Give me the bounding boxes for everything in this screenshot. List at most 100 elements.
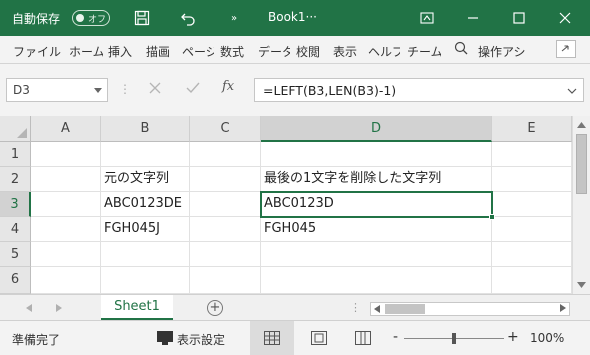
formula-bar: D3 ⋮ fx =LEFT(B3,LEN(B3)-1) [0, 64, 590, 116]
column-header-c[interactable]: C [190, 116, 261, 142]
horizontal-scrollbar[interactable] [370, 302, 570, 316]
column-header-e[interactable]: E [492, 116, 572, 142]
grid-cell[interactable] [190, 242, 261, 267]
row-header-6[interactable]: 6 [0, 267, 31, 294]
cell-d2[interactable]: 最後の1文字を削除した文字列 [261, 167, 492, 192]
cell-b2[interactable]: 元の文字列 [101, 167, 190, 192]
formula-input[interactable]: =LEFT(B3,LEN(B3)-1) [254, 78, 584, 102]
search-icon[interactable] [454, 41, 468, 58]
grid-cell[interactable] [492, 142, 572, 167]
zoom-out-button[interactable]: - [393, 329, 398, 345]
undo-icon[interactable] [178, 8, 198, 28]
row-header-4[interactable]: 4 [0, 217, 31, 242]
column-header-b[interactable]: B [101, 116, 190, 142]
row-header-3[interactable]: 3 [0, 192, 31, 217]
horizontal-scroll-thumb[interactable] [385, 304, 425, 314]
grid-cell[interactable] [492, 267, 572, 294]
add-sheet-button[interactable]: + [207, 300, 223, 316]
grid-cell[interactable] [190, 217, 261, 242]
row-header-2[interactable]: 2 [0, 167, 31, 192]
normal-view-icon [264, 331, 280, 345]
scroll-down-arrow[interactable] [577, 282, 586, 288]
fill-handle[interactable] [489, 214, 495, 220]
maximize-icon[interactable] [508, 8, 530, 28]
grid-cell[interactable] [190, 192, 261, 217]
grid-cell[interactable] [101, 242, 190, 267]
scroll-right-arrow[interactable] [560, 304, 566, 312]
grid-cell[interactable] [31, 267, 101, 294]
ribbon-display-options-icon[interactable] [416, 8, 438, 28]
vertical-scroll-thumb[interactable] [576, 134, 587, 194]
vertical-scrollbar[interactable] [572, 116, 590, 294]
separator-dots: ⋮ [119, 82, 131, 96]
display-settings-icon[interactable] [156, 330, 174, 349]
grid-cell[interactable] [101, 142, 190, 167]
zoom-level[interactable]: 100% [530, 331, 564, 345]
grid-cell[interactable] [492, 167, 572, 192]
close-icon[interactable] [554, 8, 576, 28]
excel-window: 自動保存 オフ » Book1··· ファイル ホーム 挿入 描画 ページ 数式… [0, 0, 590, 355]
tab-team[interactable]: チーム [407, 43, 441, 60]
grid-cell[interactable] [261, 267, 492, 294]
grid-cell[interactable] [101, 267, 190, 294]
sheet-next-icon[interactable] [56, 304, 62, 312]
page-layout-view-icon[interactable] [311, 331, 327, 348]
zoom-in-button[interactable]: + [507, 329, 519, 345]
row-header-1[interactable]: 1 [0, 142, 31, 167]
grid-cell[interactable] [31, 242, 101, 267]
autosave-toggle[interactable]: オフ [72, 10, 110, 26]
name-box-value: D3 [13, 83, 30, 97]
tab-home[interactable]: ホーム [69, 43, 103, 60]
save-icon[interactable] [132, 8, 152, 28]
tab-view[interactable]: 表示 [333, 43, 357, 60]
autosave-state: オフ [88, 15, 107, 25]
more-commands-icon[interactable]: » [224, 8, 244, 28]
scroll-left-arrow[interactable] [374, 305, 380, 313]
tab-draw[interactable]: 描画 [146, 43, 170, 60]
page-break-view-icon[interactable] [355, 331, 371, 348]
select-all-corner[interactable] [0, 116, 31, 142]
minimize-icon[interactable] [462, 8, 484, 28]
grid-cell[interactable] [31, 142, 101, 167]
cancel-icon[interactable] [148, 81, 162, 98]
sheet-tab-sheet1[interactable]: Sheet1 [101, 295, 173, 321]
document-title: Book1··· [268, 10, 317, 24]
display-settings-label[interactable]: 表示設定 [177, 331, 225, 348]
tell-me-search[interactable]: 操作アシ [478, 43, 528, 60]
zoom-slider-thumb[interactable] [452, 333, 456, 344]
column-header-a[interactable]: A [31, 116, 101, 142]
enter-icon[interactable] [185, 81, 201, 98]
grid-cell[interactable] [31, 217, 101, 242]
cell-b3[interactable]: ABC0123DE [101, 192, 190, 217]
row-header-5[interactable]: 5 [0, 242, 31, 267]
scroll-up-arrow[interactable] [577, 122, 586, 128]
name-box[interactable]: D3 [6, 78, 108, 102]
status-bar: 準備完了 表示設定 - + 100% [0, 320, 590, 355]
grid-cell[interactable] [190, 142, 261, 167]
sheet-tab-bar: Sheet1 + ⋮ [0, 294, 590, 321]
grid-cell[interactable] [31, 167, 101, 192]
view-normal-button[interactable] [250, 321, 294, 355]
grid-cell[interactable] [492, 217, 572, 242]
cell-b4[interactable]: FGH045J [101, 217, 190, 242]
grid-cell[interactable] [492, 242, 572, 267]
sheet-prev-icon[interactable] [26, 304, 32, 312]
cell-d4[interactable]: FGH045 [261, 217, 492, 242]
tab-insert[interactable]: 挿入 [108, 43, 132, 60]
column-header-d[interactable]: D [261, 116, 492, 142]
tab-page-layout[interactable]: ページ [182, 43, 214, 60]
grid-cell[interactable] [190, 167, 261, 192]
insert-function-icon[interactable]: fx [222, 79, 234, 94]
grid-cell[interactable] [31, 192, 101, 217]
grid-cell[interactable] [261, 142, 492, 167]
tab-formulas[interactable]: 数式 [220, 43, 244, 60]
share-icon[interactable] [556, 40, 576, 58]
grid-cell[interactable] [492, 192, 572, 217]
grid-cell[interactable] [190, 267, 261, 294]
tab-data[interactable]: データ [258, 43, 290, 60]
tab-review[interactable]: 校閲 [296, 43, 320, 60]
worksheet-grid[interactable]: A B C D E 1 2 3 4 5 6 元の文字列 最後の1文字を削除した文… [0, 116, 572, 294]
tab-file[interactable]: ファイル [13, 43, 61, 60]
tab-help[interactable]: ヘルプ [368, 43, 400, 60]
grid-cell[interactable] [261, 242, 492, 267]
